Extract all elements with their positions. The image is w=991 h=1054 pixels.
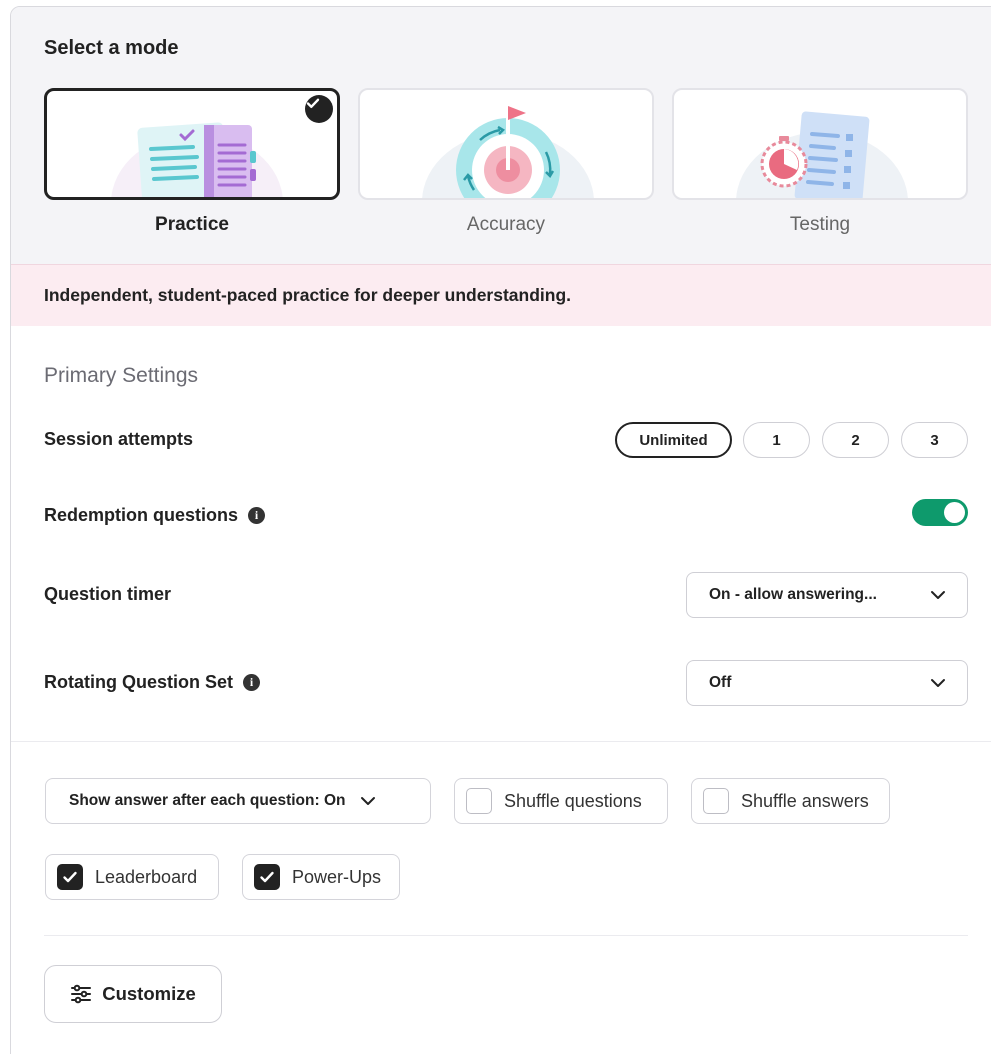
session-attempts-label: Session attempts (44, 429, 193, 450)
mode-label-practice: Practice (155, 214, 229, 235)
mode-description: Independent, student-paced practice for … (44, 285, 572, 305)
rotating-question-set-value: Off (709, 674, 732, 691)
mode-card-testing[interactable] (672, 88, 968, 200)
section-divider (11, 741, 991, 742)
question-timer-label: Question timer (44, 584, 172, 604)
power-ups-option[interactable]: Power-Ups (242, 854, 400, 900)
question-timer-select[interactable]: On - allow answering... (686, 572, 968, 618)
checkmark-icon (63, 871, 77, 883)
mode-selector: Select a mode Practice Accuracy Testing (11, 7, 991, 264)
chevron-down-icon (361, 797, 376, 805)
attempts-option-unlimited[interactable]: Unlimited (615, 422, 732, 458)
session-attempts-label-text: Session attempts (44, 429, 194, 449)
practice-notebook-icon (111, 122, 283, 197)
selected-check-icon (305, 95, 333, 123)
shuffle-answers-option[interactable]: Shuffle answers (691, 778, 890, 824)
shuffle-answers-label: Shuffle answers (741, 790, 869, 811)
chevron-down-icon (931, 591, 945, 599)
sliders-icon (71, 984, 92, 1004)
rotating-question-set-select[interactable]: Off (686, 660, 968, 706)
question-timer-row: Question timer (44, 584, 171, 605)
rotating-question-set-row: Rotating Question Set i (44, 672, 260, 693)
attempts-option-1[interactable]: 1 (743, 422, 810, 458)
shuffle-questions-option[interactable]: Shuffle questions (454, 778, 668, 824)
mode-card-practice[interactable] (44, 88, 340, 200)
mode-label-testing: Testing (789, 214, 851, 235)
primary-settings-title: Primary Settings (44, 364, 199, 387)
mode-label-accuracy: Accuracy (466, 214, 546, 235)
customize-label: Customize (102, 983, 196, 1004)
chevron-down-icon (931, 679, 945, 687)
customize-button[interactable]: Customize (44, 965, 222, 1023)
info-icon[interactable]: i (248, 507, 266, 524)
shuffle-answers-checkbox[interactable] (703, 788, 729, 814)
quiz-settings-panel: Select a mode Practice Accuracy Testing … (10, 6, 991, 1054)
accuracy-target-icon (422, 106, 594, 198)
redemption-questions-row: Redemption questions i (44, 505, 266, 526)
attempts-option-3[interactable]: 3 (901, 422, 968, 458)
info-icon[interactable]: i (243, 674, 260, 691)
shuffle-questions-checkbox[interactable] (466, 788, 492, 814)
shuffle-questions-label: Shuffle questions (504, 790, 642, 811)
question-timer-value: On - allow answering... (709, 586, 877, 603)
show-answer-label: Show answer after each question: On (69, 792, 346, 809)
mode-description-banner: Independent, student-paced practice for … (11, 264, 991, 326)
testing-timer-icon (736, 111, 908, 198)
show-answer-dropdown[interactable]: Show answer after each question: On (45, 778, 431, 824)
attempts-option-2[interactable]: 2 (822, 422, 889, 458)
mode-selector-title: Select a mode (44, 37, 179, 59)
toggle-knob (944, 502, 965, 523)
redemption-questions-toggle[interactable] (912, 499, 968, 526)
leaderboard-checkbox[interactable] (57, 864, 83, 890)
rotating-question-set-label: Rotating Question Set (44, 672, 233, 692)
leaderboard-option[interactable]: Leaderboard (45, 854, 219, 900)
section-divider (44, 935, 968, 936)
power-ups-checkbox[interactable] (254, 864, 280, 890)
mode-card-accuracy[interactable] (358, 88, 654, 200)
checkmark-icon (260, 871, 274, 883)
power-ups-label: Power-Ups (292, 866, 382, 887)
leaderboard-label: Leaderboard (95, 866, 198, 887)
redemption-questions-label: Redemption questions (44, 505, 239, 525)
